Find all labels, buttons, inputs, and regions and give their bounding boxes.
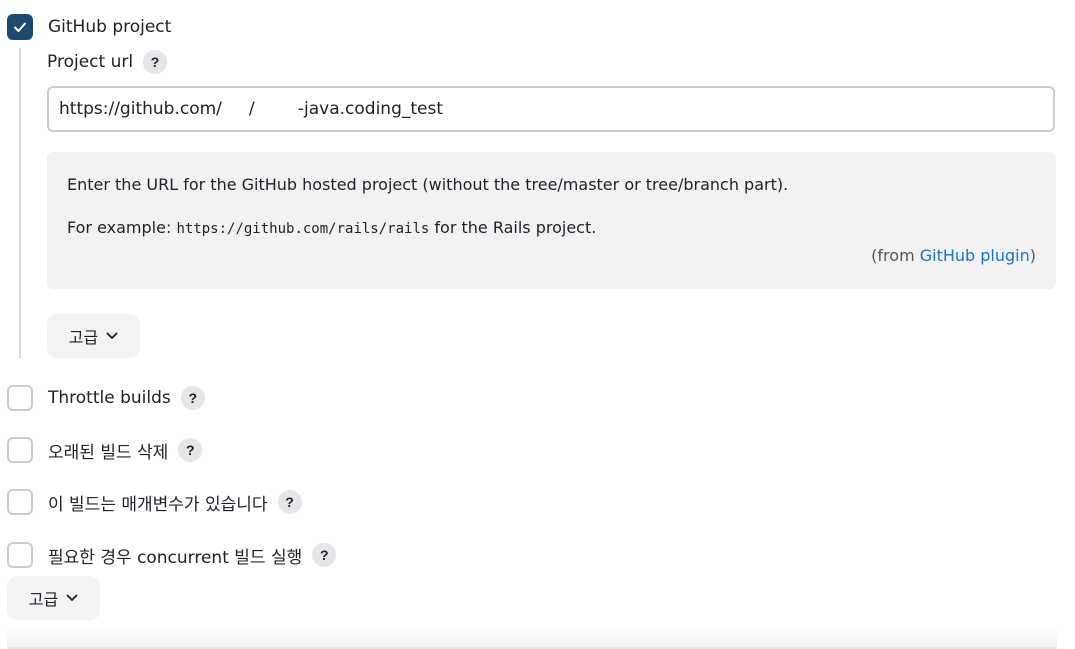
discard-old-builds-row[interactable]: 오래된 빌드 삭제 ? (7, 435, 203, 465)
help-icon[interactable]: ? (180, 386, 205, 410)
nested-section-line (19, 48, 21, 358)
project-url-help-box: Enter the URL for the GitHub hosted proj… (47, 152, 1056, 289)
section-divider (7, 628, 1057, 649)
throttle-builds-label: Throttle builds (48, 388, 171, 408)
throttle-builds-row[interactable]: Throttle builds ? (7, 383, 205, 413)
project-url-label: Project url (47, 52, 134, 72)
chevron-down-icon (106, 332, 118, 339)
general-advanced-button[interactable]: 고급 (7, 576, 100, 620)
throttle-builds-checkbox[interactable] (7, 385, 33, 411)
help-icon[interactable]: ? (277, 490, 302, 514)
help-icon[interactable]: ? (178, 438, 203, 462)
advanced-button-label: 고급 (68, 328, 99, 347)
help-source-prefix: (from (871, 246, 920, 265)
help-text-line1: Enter the URL for the GitHub hosted proj… (67, 175, 789, 194)
advanced-button-label: 고급 (28, 590, 59, 609)
help-source-suffix: ) (1029, 246, 1036, 265)
discard-old-builds-checkbox[interactable] (7, 437, 33, 463)
parameterized-build-row[interactable]: 이 빌드는 매개변수가 있습니다 ? (7, 487, 302, 517)
project-url-input[interactable] (47, 86, 1055, 132)
help-example-suffix: for the Rails project. (429, 218, 597, 237)
help-icon[interactable]: ? (143, 50, 168, 74)
concurrent-builds-row[interactable]: 필요한 경우 concurrent 빌드 실행 ? (7, 540, 337, 570)
github-project-checkbox[interactable] (7, 14, 33, 40)
help-icon[interactable]: ? (312, 543, 337, 567)
help-text-line2: For example: https://github.com/rails/ra… (67, 218, 1036, 239)
job-config-page: GitHub project Project url ? Enter the U… (0, 0, 1075, 649)
github-project-row[interactable]: GitHub project (7, 12, 171, 42)
help-example-code: https://github.com/rails/rails (176, 221, 430, 237)
concurrent-builds-label: 필요한 경우 concurrent 빌드 실행 (48, 547, 303, 568)
project-url-label-row: Project url ? (47, 48, 168, 76)
github-project-label: GitHub project (48, 17, 172, 37)
parameterized-build-checkbox[interactable] (7, 489, 33, 515)
checkmark-icon (14, 22, 26, 32)
concurrent-builds-checkbox[interactable] (7, 542, 33, 568)
help-source: (from GitHub plugin) (871, 246, 1036, 265)
discard-old-builds-label: 오래된 빌드 삭제 (48, 442, 169, 463)
help-example-prefix: For example: (67, 218, 177, 237)
parameterized-build-label: 이 빌드는 매개변수가 있습니다 (48, 494, 268, 515)
github-advanced-button[interactable]: 고급 (47, 314, 140, 358)
chevron-down-icon (66, 594, 78, 601)
github-plugin-link[interactable]: GitHub plugin (920, 246, 1030, 265)
